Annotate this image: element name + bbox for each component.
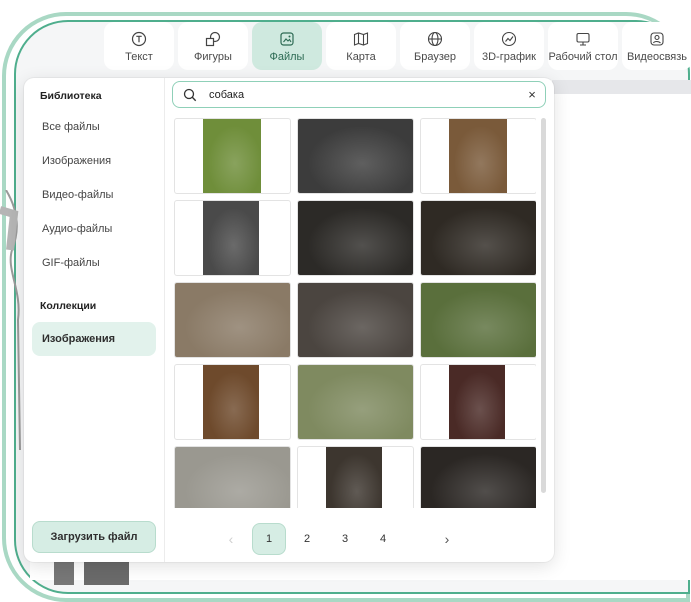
tool-label: Фигуры — [194, 50, 232, 63]
image-thumbnail[interactable] — [174, 446, 291, 508]
files-icon — [279, 30, 295, 48]
clear-search-icon[interactable]: × — [519, 87, 545, 102]
retriever-portrait — [449, 365, 505, 439]
top-toolbar: Текст Фигуры Файлы Карта Браузер 3D-граф… — [104, 22, 691, 70]
tool-label: Текст — [125, 50, 153, 63]
video-call-icon — [649, 30, 665, 48]
dog-standing-leash — [449, 119, 507, 193]
files-sidebar: Библиотека Все файлы Изображения Видео-ф… — [24, 78, 165, 562]
search-icon — [183, 88, 205, 102]
image-thumbnail[interactable] — [174, 364, 291, 440]
dog-rolling-wood — [203, 365, 259, 439]
pomeranian-grass — [421, 283, 536, 357]
results-scrollbar[interactable] — [541, 118, 546, 493]
files-panel: Библиотека Все файлы Изображения Видео-ф… — [24, 78, 554, 562]
bulldog-sneakers — [421, 447, 536, 508]
image-thumbnail[interactable] — [174, 282, 291, 358]
tool-files[interactable]: Файлы — [252, 22, 322, 70]
sidebar-item-gif[interactable]: GIF-файлы — [32, 248, 156, 278]
page-4-button[interactable]: 4 — [366, 523, 400, 555]
image-thumbnail[interactable] — [420, 282, 536, 358]
bulldog-standing — [326, 447, 382, 508]
image-thumbnail[interactable] — [297, 118, 414, 194]
image-thumbnail[interactable] — [297, 446, 414, 508]
globe-icon — [427, 30, 443, 48]
text-icon — [131, 30, 147, 48]
tool-label: Карта — [346, 50, 376, 63]
library-heading: Библиотека — [40, 90, 102, 102]
pagination: ‹ 1 2 3 4 › — [214, 523, 468, 555]
image-thumbnail[interactable] — [297, 282, 414, 358]
next-page-button[interactable]: › — [430, 523, 464, 555]
shepherd-lying — [298, 283, 413, 357]
tool-map[interactable]: Карта — [326, 22, 396, 70]
image-thumbnail[interactable] — [174, 118, 291, 194]
sidebar-item-images[interactable]: Изображения — [32, 146, 156, 176]
tool-label: 3D-график — [482, 50, 536, 63]
image-thumbnail[interactable] — [297, 364, 414, 440]
image-results-grid — [174, 118, 536, 508]
french-bulldog-shadow — [298, 201, 413, 275]
image-thumbnail[interactable] — [420, 200, 536, 276]
tool-desktop[interactable]: Рабочий стол — [548, 22, 618, 70]
tool-browser[interactable]: Браузер — [400, 22, 470, 70]
image-thumbnail[interactable] — [420, 364, 536, 440]
shapes-icon — [205, 30, 221, 48]
french-bulldog-light — [421, 201, 536, 275]
tool-text[interactable]: Текст — [104, 22, 174, 70]
tool-3d-chart[interactable]: 3D-график — [474, 22, 544, 70]
tool-video-call[interactable]: Видеосвязь — [622, 22, 691, 70]
collection-item-images[interactable]: Изображения — [32, 322, 156, 356]
prev-page-button[interactable]: ‹ — [214, 523, 248, 555]
dog-on-gravel — [175, 447, 290, 508]
dog-in-garden — [203, 119, 261, 193]
map-icon — [353, 30, 369, 48]
collections-heading: Коллекции — [40, 300, 97, 312]
tool-label: Рабочий стол — [548, 50, 618, 63]
husky-closeup — [298, 365, 413, 439]
sidebar-item-audio[interactable]: Аудио-файлы — [32, 214, 156, 244]
tool-label: Файлы — [269, 50, 305, 63]
monitor-icon — [575, 30, 591, 48]
search-input[interactable] — [207, 87, 519, 102]
page-1-button[interactable]: 1 — [252, 523, 286, 555]
upload-file-button[interactable]: Загрузить файл — [32, 521, 156, 553]
image-thumbnail[interactable] — [420, 118, 536, 194]
page-3-button[interactable]: 3 — [328, 523, 362, 555]
page-2-button[interactable]: 2 — [290, 523, 324, 555]
search-bar: × — [172, 81, 546, 108]
image-thumbnail[interactable] — [420, 446, 536, 508]
canvas-strip — [552, 80, 691, 94]
dog-dark-mono — [298, 119, 413, 193]
pomeranian-street — [175, 283, 290, 357]
tool-label: Браузер — [414, 50, 456, 63]
sidebar-item-all-files[interactable]: Все файлы — [32, 112, 156, 142]
chart-icon — [501, 30, 517, 48]
tool-shapes[interactable]: Фигуры — [178, 22, 248, 70]
image-thumbnail[interactable] — [297, 200, 414, 276]
man-with-dog-bw — [203, 201, 259, 275]
sidebar-item-video[interactable]: Видео-файлы — [32, 180, 156, 210]
tool-label: Видеосвязь — [626, 50, 688, 63]
image-thumbnail[interactable] — [174, 200, 291, 276]
